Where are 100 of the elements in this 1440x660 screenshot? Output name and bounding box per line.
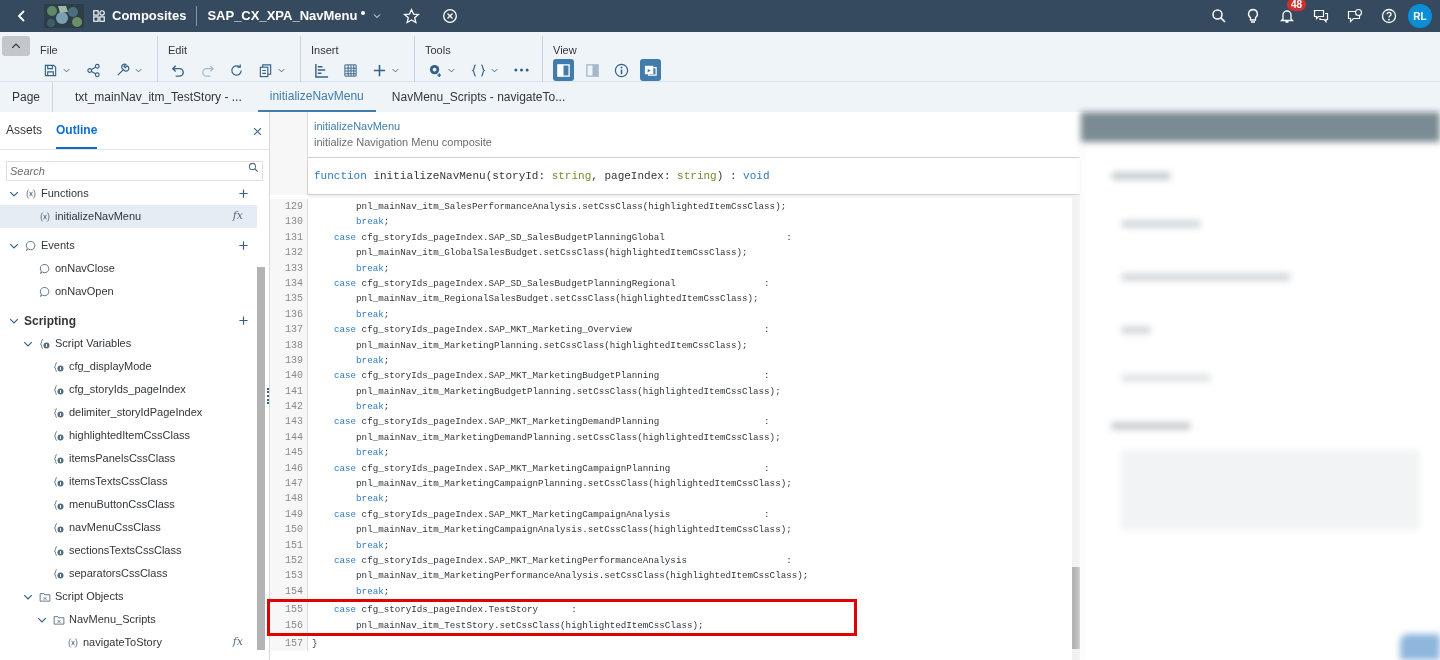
function-icon bbox=[39, 210, 51, 223]
line-number: 132 bbox=[270, 245, 308, 261]
toolbar-button[interactable] bbox=[553, 59, 574, 81]
code-line: pnl_mainNav_itm_GlobalSalesBudget.setCssClass(highlightedItemCssClass); bbox=[355, 246, 748, 261]
code-line: break; bbox=[355, 538, 390, 553]
bell-icon[interactable] bbox=[1279, 8, 1295, 24]
code-line: case cfg_storyIds_pageIndex.SAP_MKT_MarketingDemandPlanning : bbox=[333, 415, 770, 430]
code-line: case cfg_storyIds_pageIndex.SAP_SD_SalesBudgetPlanningRegional : bbox=[333, 276, 770, 291]
tree-item[interactable]: navMenuCssClass bbox=[0, 516, 257, 539]
event-icon bbox=[39, 285, 51, 298]
code-line: break; bbox=[355, 353, 390, 368]
search-icon[interactable] bbox=[1211, 8, 1227, 24]
code-line: pnl_mainNav_itm_TestStory.setCssClass(highlightedItemCssClass); bbox=[355, 618, 704, 633]
variable-icon bbox=[53, 521, 65, 534]
tree-item[interactable]: Script Variables bbox=[0, 332, 257, 355]
help-icon[interactable] bbox=[1381, 8, 1397, 24]
tree-item[interactable]: sectionsTextsCssClass bbox=[0, 539, 257, 562]
tree-item[interactable]: initializeNavMenu fx bbox=[0, 205, 257, 228]
code-line: pnl_mainNav_itm_MarketingDemandPlanning.setCssClass(highlightedItemCssClass); bbox=[355, 430, 781, 445]
tree-item[interactable]: Scripting bbox=[0, 309, 257, 332]
variable-icon bbox=[53, 383, 65, 396]
code-line: case cfg_storyIds_pageIndex.TestStory : bbox=[333, 603, 577, 618]
line-number: 142 bbox=[270, 399, 308, 415]
variable-icon bbox=[53, 498, 65, 511]
line-number: 145 bbox=[270, 445, 308, 461]
object-icon bbox=[39, 590, 51, 603]
variable-icon bbox=[53, 567, 65, 580]
function-signature: function initializeNavMenu(storyId: string, pageIndex: string) : void bbox=[314, 168, 770, 184]
line-number: 137 bbox=[270, 322, 308, 338]
tree-item[interactable]: navigateToStory fx bbox=[0, 631, 257, 654]
toolbar-group-label: Tools bbox=[425, 44, 452, 57]
code-line: case cfg_storyIds_pageIndex.SAP_MKT_Marketing_Overview : bbox=[333, 323, 770, 338]
editor-tab[interactable]: Page bbox=[0, 82, 54, 112]
lightbulb-icon[interactable] bbox=[1245, 8, 1261, 24]
variable-icon bbox=[53, 429, 65, 442]
function-name: initializeNavMenu bbox=[314, 119, 402, 134]
star-icon[interactable] bbox=[403, 7, 421, 25]
fx-label: fx bbox=[232, 208, 243, 225]
line-number: 147 bbox=[270, 476, 308, 492]
code-line: } bbox=[311, 636, 318, 651]
fx-label: fx bbox=[232, 634, 243, 651]
panel-left-icon bbox=[556, 62, 571, 78]
title-dropdown[interactable]: SAP_CX_XPA_NavMenu bbox=[207, 6, 384, 26]
line-number: 153 bbox=[270, 568, 308, 584]
tree-item[interactable]: menuButtonCssClass bbox=[0, 493, 257, 516]
scrollbar-thumb[interactable] bbox=[257, 267, 265, 650]
panel-right-icon bbox=[585, 62, 600, 78]
scrollbar-thumb[interactable] bbox=[1072, 567, 1080, 649]
chart-icon bbox=[314, 62, 329, 78]
panel-tab[interactable]: Assets bbox=[6, 121, 42, 149]
add-icon[interactable] bbox=[238, 188, 249, 199]
variable-icon bbox=[53, 406, 65, 419]
tree-item[interactable]: onNavClose bbox=[0, 257, 257, 280]
tree-item[interactable]: Functions bbox=[0, 182, 257, 205]
code-line: case cfg_storyIds_pageIndex.SAP_MKT_MarketingCampaignPlanning : bbox=[333, 461, 770, 476]
add-icon[interactable] bbox=[238, 240, 249, 251]
app-button[interactable]: Composites bbox=[92, 6, 187, 26]
tree-item[interactable]: itemsTextsCssClass bbox=[0, 470, 257, 493]
variable-icon bbox=[53, 360, 65, 373]
editor-tab[interactable]: txt_mainNav_itm_TestStory - ... bbox=[63, 82, 254, 112]
tree-item[interactable]: highlightedItemCssClass bbox=[0, 424, 257, 447]
toolbar-group-label: Insert bbox=[311, 44, 340, 57]
code-line: case cfg_storyIds_pageIndex.SAP_SD_SalesBudgetPlanningGlobal : bbox=[333, 230, 792, 245]
toolbar-button[interactable] bbox=[640, 59, 661, 81]
toolbar-group-label: View bbox=[553, 44, 578, 57]
refresh-icon bbox=[229, 62, 244, 78]
tree-item[interactable]: NavMenu_Scripts bbox=[0, 608, 257, 631]
close-icon[interactable] bbox=[252, 126, 263, 137]
code-line: pnl_mainNav_itm_MarketingPlanning.setCssClass(highlightedItemCssClass); bbox=[355, 338, 748, 353]
tree-item[interactable]: cfg_displayMode bbox=[0, 355, 257, 378]
code-line: pnl_mainNav_itm_RegionalSalesBudget.setCssClass(highlightedItemCssClass); bbox=[355, 292, 759, 307]
function-description: initialize Navigation Menu composite bbox=[314, 135, 493, 150]
toolbar-group-label: Edit bbox=[168, 44, 188, 57]
search-icon bbox=[248, 162, 259, 173]
code-line: pnl_mainNav_itm_MarketingCampaignAnalysis.setCssClass(highlightedItemCssClass); bbox=[355, 523, 792, 538]
feedback-icon[interactable] bbox=[1347, 8, 1363, 24]
tree-item[interactable]: Script Objects bbox=[0, 585, 257, 608]
line-number: 130 bbox=[270, 214, 308, 230]
more-icon bbox=[514, 68, 529, 72]
share-icon bbox=[86, 62, 101, 78]
event-icon bbox=[25, 239, 37, 252]
notification-count: 48 bbox=[1287, 0, 1307, 11]
tree-item[interactable]: separatorsCssClass bbox=[0, 562, 257, 585]
tree-item[interactable]: itemsPanelsCssClass bbox=[0, 447, 257, 470]
tree-item[interactable]: delimiter_storyIdPageIndex bbox=[0, 401, 257, 424]
line-number: 135 bbox=[270, 291, 308, 307]
function-icon bbox=[67, 636, 79, 649]
panel-tab[interactable]: Outline bbox=[56, 121, 98, 149]
tree-item[interactable]: Events bbox=[0, 234, 257, 257]
editor-tab[interactable]: NavMenu_Scripts - navigateTo... bbox=[379, 82, 578, 112]
code-line: case cfg_storyIds_pageIndex.SAP_MKT_MarketingPerformanceAnalysis : bbox=[333, 554, 792, 568]
info-icon bbox=[614, 62, 629, 78]
search-field[interactable]: Search bbox=[6, 161, 263, 181]
variable-icon bbox=[39, 337, 51, 350]
tree-item[interactable]: cfg_storyIds_pageIndex bbox=[0, 378, 257, 401]
add-icon[interactable] bbox=[238, 315, 249, 326]
user-avatar[interactable]: RL bbox=[1408, 4, 1432, 28]
chat-icon[interactable] bbox=[1313, 8, 1329, 24]
tree-item[interactable]: onNavOpen bbox=[0, 280, 257, 303]
function-icon bbox=[25, 187, 37, 200]
